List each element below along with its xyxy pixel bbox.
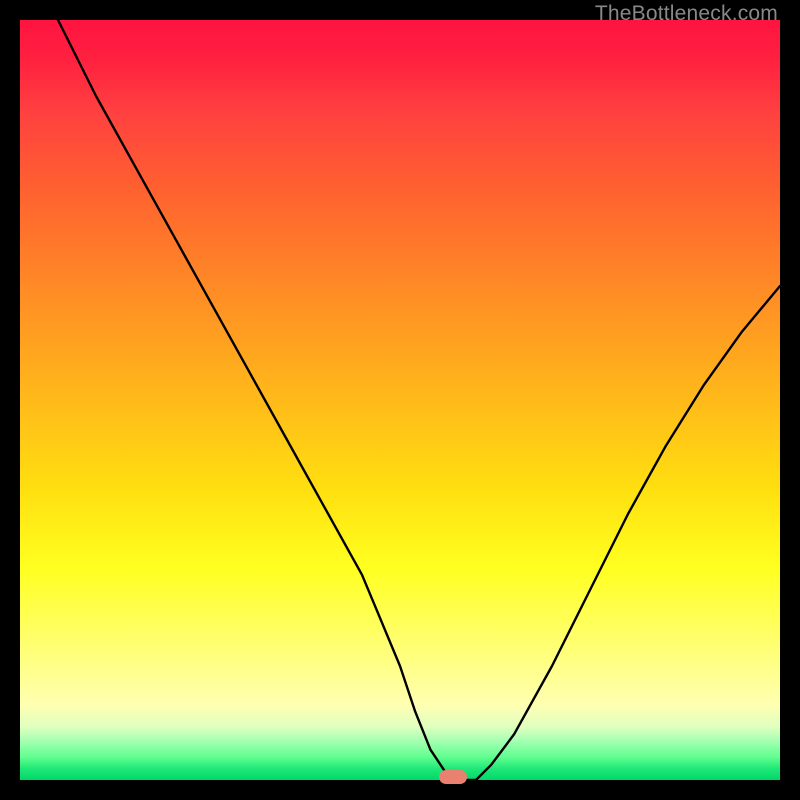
- watermark-text: TheBottleneck.com: [595, 2, 778, 26]
- curve-line: [58, 20, 780, 780]
- minimum-marker: [439, 770, 467, 784]
- chart-plot-area: [20, 20, 780, 780]
- curve-layer: [20, 20, 780, 780]
